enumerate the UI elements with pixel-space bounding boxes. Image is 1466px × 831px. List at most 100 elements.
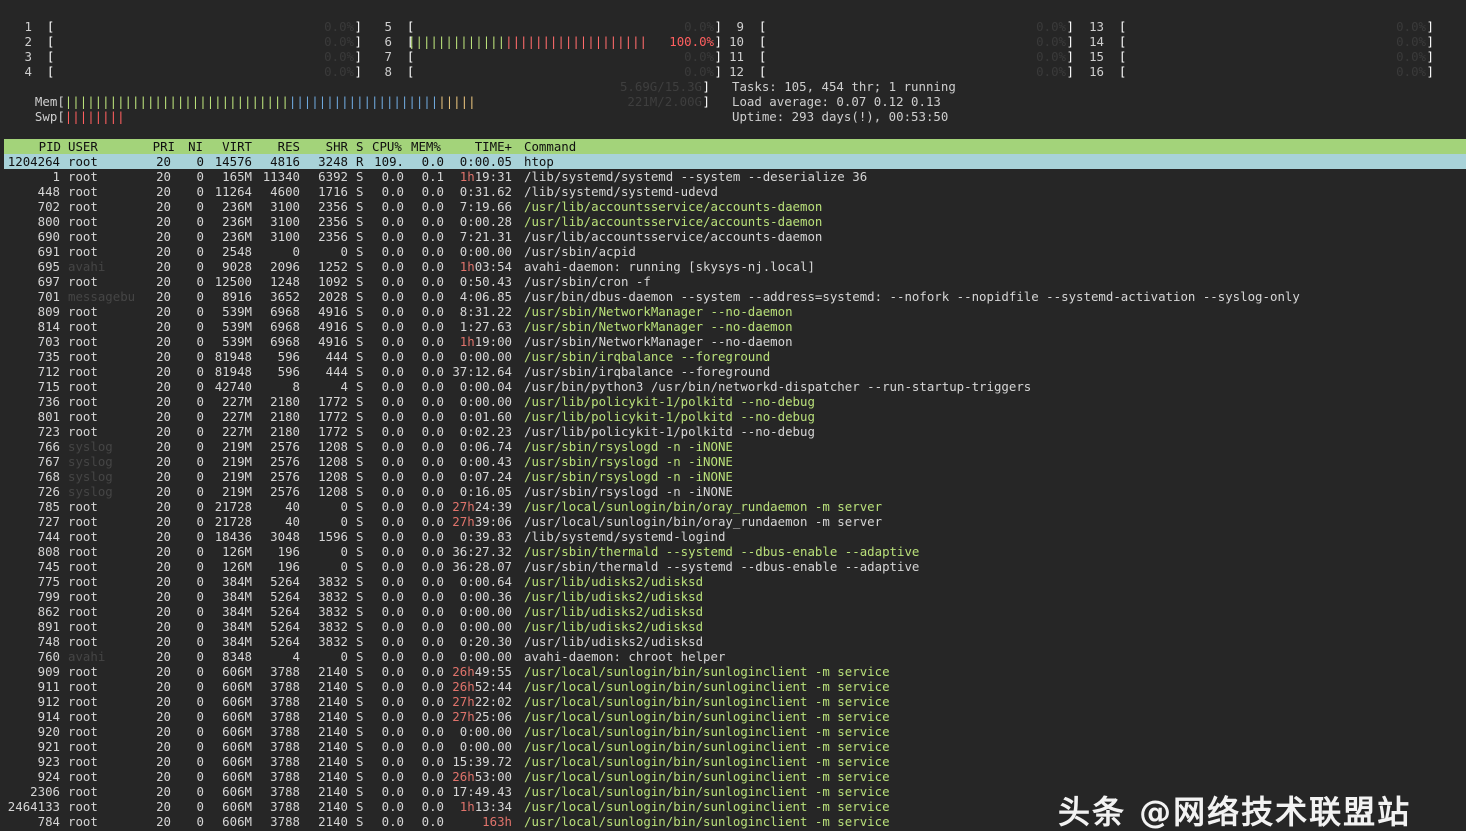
table-row[interactable]: 691 root 20 0 2548 0 0 S 0.0 0.0 0:00.00/usr/sbin/… [0,244,1466,259]
table-row[interactable]: 727 root 20 0 21728 40 0 S 0.0 0.0 27h39:06/usr/lo… [0,514,1466,529]
column-ni[interactable]: NI [184,139,203,154]
table-row[interactable]: 715 root 20 0 42740 8 4 S 0.0 0.0 0:00.04/usr/bin/… [0,379,1466,394]
column-res[interactable]: RES [254,139,300,154]
cpu-meter-2: 2 [0.0%] [16,34,366,49]
cell-pri: 20 [156,319,171,334]
table-row[interactable]: 735 root 20 0 81948 596 444 S 0.0 0.0 0:00.00/usr/… [0,349,1466,364]
column-pri[interactable]: PRI [144,139,175,154]
table-row[interactable]: 702 root 20 0 236M 3100 2356 S 0.0 0.0 7:19.66/usr… [0,199,1466,214]
table-row[interactable]: 448 root 20 0 11264 4600 1716 S 0.0 0.0 0:31.62/li… [0,184,1466,199]
table-row[interactable]: 924 root 20 0 606M 3788 2140 S 0.0 0.0 26h53:00/us… [0,769,1466,784]
table-row[interactable]: 723 root 20 0 227M 2180 1772 S 0.0 0.0 0:02.23/usr… [0,424,1466,439]
cell-cpu: 0.0 [381,184,404,199]
cell-pid: 690 [37,229,60,244]
cell-mem: 0.0 [421,469,444,484]
cell-virt: 606M [222,799,252,814]
table-row[interactable]: 701 messagebu 20 0 8916 3652 2028 S 0.0 0.0 4:06.8… [0,289,1466,304]
cell-virt: 219M [222,484,252,499]
table-row[interactable]: 736 root 20 0 227M 2180 1772 S 0.0 0.0 0:00.00/usr… [0,394,1466,409]
table-row[interactable]: 891 root 20 0 384M 5264 3832 S 0.0 0.0 0:00.00/usr… [0,619,1466,634]
cell-res: 11340 [262,169,300,184]
cell-pri: 20 [156,604,171,619]
table-row[interactable]: 748 root 20 0 384M 5264 3832 S 0.0 0.0 0:20.30/usr… [0,634,1466,649]
table-row[interactable]: 921 root 20 0 606M 3788 2140 S 0.0 0.0 0:00.00/usr… [0,739,1466,754]
table-row[interactable]: 768 syslog 20 0 219M 2576 1208 S 0.0 0.0 0:07.24/u… [0,469,1466,484]
column-time[interactable]: TIME+ [444,139,512,154]
cell-mem: 0.0 [421,784,444,799]
cell-cpu: 0.0 [381,679,404,694]
cpu-number: 12 [729,64,744,79]
column-pid[interactable]: PID [4,139,61,154]
cell-pid: 766 [37,439,60,454]
column-command[interactable]: Command [524,139,576,154]
table-row[interactable]: 800 root 20 0 236M 3100 2356 S 0.0 0.0 0:00.28/usr… [0,214,1466,229]
cell-state: S [356,754,364,769]
column-user[interactable]: USER [68,139,98,154]
table-row[interactable]: 697 root 20 0 12500 1248 1092 S 0.0 0.0 0:50.43/us… [0,274,1466,289]
cell-state: S [356,574,364,589]
cell-shr: 2356 [318,229,348,244]
cell-time: 36:28.07 [452,559,512,574]
cell-time: 0:00.00 [459,619,512,634]
cell-res: 6968 [270,304,300,319]
cell-time: 0:00.00 [459,739,512,754]
cell-state: S [356,634,364,649]
table-row[interactable]: 862 root 20 0 384M 5264 3832 S 0.0 0.0 0:00.00/usr… [0,604,1466,619]
table-row[interactable]: 920 root 20 0 606M 3788 2140 S 0.0 0.0 0:00.00/usr… [0,724,1466,739]
cell-user: root [68,379,98,394]
table-row[interactable]: 809 root 20 0 539M 6968 4916 S 0.0 0.0 8:31.22/usr… [0,304,1466,319]
cell-pri: 20 [156,454,171,469]
table-row[interactable]: 703 root 20 0 539M 6968 4916 S 0.0 0.0 1h19:00/usr… [0,334,1466,349]
cell-cpu: 0.0 [381,229,404,244]
table-row[interactable]: 745 root 20 0 126M 196 0 S 0.0 0.0 36:28.07/usr/sb… [0,559,1466,574]
cell-pid: 775 [37,574,60,589]
table-row[interactable]: 726 syslog 20 0 219M 2576 1208 S 0.0 0.0 0:16.05/u… [0,484,1466,499]
cell-res: 3652 [270,289,300,304]
table-row[interactable]: 814 root 20 0 539M 6968 4916 S 0.0 0.0 1:27.63/usr… [0,319,1466,334]
table-row[interactable]: 912 root 20 0 606M 3788 2140 S 0.0 0.0 27h22:02/us… [0,694,1466,709]
cell-time: 17:49.43 [452,784,512,799]
table-row[interactable]: 799 root 20 0 384M 5264 3832 S 0.0 0.0 0:00.36/usr… [0,589,1466,604]
cell-mem: 0.0 [421,349,444,364]
cell-shr: 1596 [318,529,348,544]
table-row[interactable]: 801 root 20 0 227M 2180 1772 S 0.0 0.0 0:01.60/usr… [0,409,1466,424]
column-cpu[interactable]: CPU% [372,139,402,154]
table-row[interactable]: 911 root 20 0 606M 3788 2140 S 0.0 0.0 26h52:44/us… [0,679,1466,694]
cell-user: root [68,529,98,544]
table-row[interactable]: 744 root 20 0 18436 3048 1596 S 0.0 0.0 0:39.83/li… [0,529,1466,544]
table-row[interactable]: 712 root 20 0 81948 596 444 S 0.0 0.0 37:12.64/usr… [0,364,1466,379]
watermark: 头条 @网络技术联盟站 [1058,793,1412,831]
table-row[interactable]: 766 syslog 20 0 219M 2576 1208 S 0.0 0.0 0:06.74/u… [0,439,1466,454]
table-row[interactable]: 914 root 20 0 606M 3788 2140 S 0.0 0.0 27h25:06/us… [0,709,1466,724]
table-row[interactable]: 767 syslog 20 0 219M 2576 1208 S 0.0 0.0 0:00.43/u… [0,454,1466,469]
table-row[interactable]: 775 root 20 0 384M 5264 3832 S 0.0 0.0 0:00.64/usr… [0,574,1466,589]
cell-pid: 697 [37,274,60,289]
cell-command: /usr/sbin/thermald --systemd --dbus-enab… [524,544,920,559]
cell-pid: 695 [37,259,60,274]
cell-shr: 2140 [318,769,348,784]
column-state[interactable]: S [356,139,363,154]
table-row[interactable]: 760 avahi 20 0 8348 4 0 S 0.0 0.0 0:00.00 avahi-dae… [0,649,1466,664]
cpu-percent: 0.0% [324,49,354,64]
column-mem[interactable]: MEM% [411,139,441,154]
cell-res: 3788 [270,724,300,739]
cell-state: S [356,604,364,619]
cell-user: root [68,709,98,724]
table-row[interactable]: 923 root 20 0 606M 3788 2140 S 0.0 0.0 15:39.72/us… [0,754,1466,769]
cell-mem: 0.0 [421,334,444,349]
cpu-number: 13 [1089,19,1104,34]
table-row[interactable]: 909 root 20 0 606M 3788 2140 S 0.0 0.0 26h49:55/us… [0,664,1466,679]
column-virt[interactable]: VIRT [204,139,252,154]
table-row-selected[interactable]: 1204264 root 20 0 14576 4816 3248 R 109. 0.0 0:00.… [4,154,1466,169]
cell-virt: 14576 [214,154,252,169]
table-row[interactable]: 785 root 20 0 21728 40 0 S 0.0 0.0 27h24:39/usr/lo… [0,499,1466,514]
cell-command: /usr/sbin/thermald --systemd --dbus-enab… [524,559,920,574]
table-row[interactable]: 808 root 20 0 126M 196 0 S 0.0 0.0 36:27.32/usr/sb… [0,544,1466,559]
column-shr[interactable]: SHR [304,139,348,154]
table-row[interactable]: 690 root 20 0 236M 3100 2356 S 0.0 0.0 7:21.31/usr… [0,229,1466,244]
table-row[interactable]: 1 root 20 0 165M 11340 6392 S 0.0 0.1 1h19:31/lib/… [0,169,1466,184]
cell-mem: 0.0 [421,679,444,694]
cell-virt: 539M [222,304,252,319]
table-row[interactable]: 695 avahi 20 0 9028 2096 1252 S 0.0 0.0 1h03:54 ava… [0,259,1466,274]
cell-virt: 81948 [214,364,252,379]
